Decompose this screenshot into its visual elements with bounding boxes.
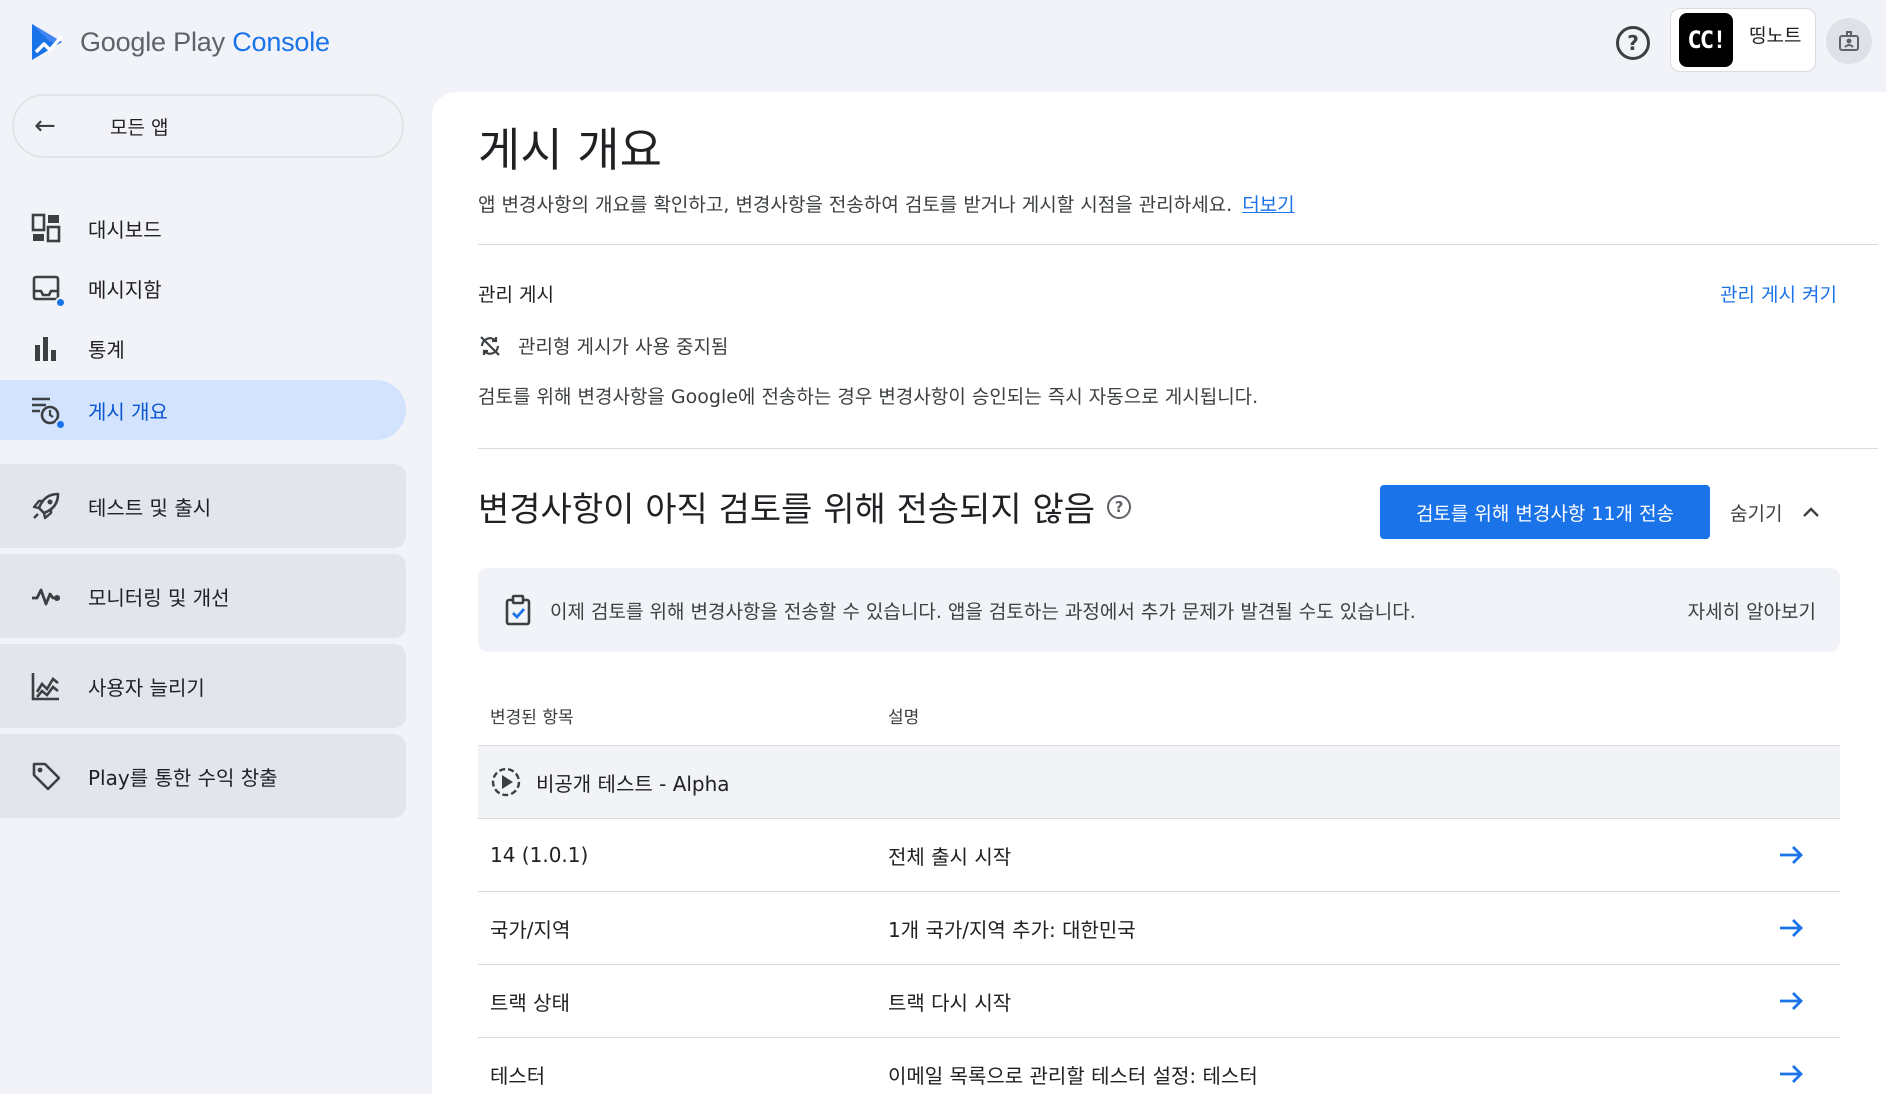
play-console-logo-icon — [32, 24, 64, 60]
top-bar: Google Play Console ? CC! 띵노트 — [0, 0, 1886, 92]
table-row[interactable]: 국가/지역 1개 국가/지역 추가: 대한민국 — [478, 892, 1840, 965]
clipboard-check-icon — [505, 594, 531, 626]
notification-dot — [55, 419, 66, 430]
tag-icon — [30, 760, 62, 792]
developer-account-icon[interactable] — [1826, 18, 1872, 64]
help-circle-icon[interactable]: ? — [1107, 494, 1132, 519]
arrow-forward-icon[interactable] — [1776, 986, 1806, 1016]
row-description: 트랙 다시 시작 — [888, 990, 1012, 1015]
account-avatar: CC! — [1679, 13, 1733, 67]
closed-testing-icon — [491, 767, 521, 797]
rocket-icon — [30, 490, 62, 522]
sidebar-item-label: 메시지함 — [88, 277, 162, 302]
sidebar-group-monitor-improve[interactable]: 모니터링 및 개선 — [0, 554, 406, 638]
group-label: 비공개 테스트 - Alpha — [490, 766, 730, 798]
all-apps-button[interactable]: ← 모든 앱 — [12, 94, 404, 158]
sidebar-group-label: Play를 통한 수익 창출 — [88, 765, 278, 790]
row-item: 14 (1.0.1) — [490, 843, 589, 867]
play-console-logo[interactable]: Google Play Console — [28, 22, 330, 62]
managed-publishing-info: 검토를 위해 변경사항을 Google에 전송하는 경우 변경사항이 승인되는 … — [478, 386, 1259, 408]
table-row[interactable]: 테스터 이메일 목록으로 관리할 테스터 설정: 테스터 — [478, 1038, 1840, 1094]
sidebar-group-label: 모니터링 및 개선 — [88, 585, 230, 610]
sidebar-item-label: 대시보드 — [88, 217, 162, 242]
sidebar-group-monetize[interactable]: Play를 통한 수익 창출 — [0, 734, 406, 818]
sidebar-group-label: 사용자 늘리기 — [88, 675, 205, 700]
sidebar-item-label: 게시 개요 — [88, 399, 168, 424]
managed-publishing-toggle-link[interactable]: 관리 게시 켜기 — [1720, 280, 1837, 307]
chevron-up-icon — [1803, 507, 1820, 517]
arrow-forward-icon[interactable] — [1776, 840, 1806, 870]
logo-text: Google Play Console — [80, 26, 330, 57]
sync-disabled-icon — [478, 333, 504, 359]
banner-learn-more-link[interactable]: 자세히 알아보기 — [1688, 597, 1816, 624]
sidebar-item-label: 통계 — [88, 337, 125, 362]
all-apps-label: 모든 앱 — [110, 116, 169, 139]
sidebar-item-inbox[interactable]: 메시지함 — [0, 258, 406, 318]
changes-table: 변경된 항목 설명 비공개 테스트 - Alpha 14 (1.0.1) 전체 … — [478, 686, 1840, 1094]
sidebar-item-statistics[interactable]: 통계 — [0, 318, 406, 378]
account-name: 띵노트 — [1749, 24, 1802, 47]
bar-chart-icon — [30, 332, 62, 364]
divider — [478, 244, 1878, 245]
banner-text: 이제 검토를 위해 변경사항을 전송할 수 있습니다. 앱을 검토하는 과정에서… — [550, 600, 1416, 623]
table-row[interactable]: 트랙 상태 트랙 다시 시작 — [478, 965, 1840, 1038]
dashboard-icon — [30, 212, 62, 244]
header-changed-item: 변경된 항목 — [490, 708, 574, 728]
table-header: 변경된 항목 설명 — [478, 686, 1840, 746]
sidebar-group-test-release[interactable]: 테스트 및 출시 — [0, 464, 406, 548]
divider — [478, 448, 1878, 449]
help-icon[interactable]: ? — [1616, 26, 1650, 60]
send-changes-button[interactable]: 검토를 위해 변경사항 11개 전송 — [1380, 485, 1710, 539]
notification-dot — [55, 297, 66, 308]
sidebar-item-publishing-overview[interactable]: 게시 개요 — [0, 380, 406, 440]
table-row[interactable]: 14 (1.0.1) 전체 출시 시작 — [478, 819, 1840, 892]
header-description: 설명 — [888, 708, 920, 728]
changes-section-title: 변경사항이 아직 검토를 위해 전송되지 않음 ? — [478, 482, 1132, 531]
inbox-icon — [30, 272, 66, 308]
page-title: 게시 개요 — [478, 123, 662, 177]
row-description: 1개 국가/지역 추가: 대한민국 — [888, 917, 1136, 942]
page-description: 앱 변경사항의 개요를 확인하고, 변경사항을 전송하여 검토를 받거나 게시할… — [478, 194, 1295, 216]
row-item: 테스터 — [490, 1063, 546, 1088]
arrow-forward-icon[interactable] — [1776, 1059, 1806, 1089]
sidebar-group-label: 테스트 및 출시 — [88, 495, 212, 520]
hide-button[interactable]: 숨기기 — [1730, 492, 1822, 532]
arrow-back-icon: ← — [34, 111, 56, 141]
account-switcher[interactable]: CC! 띵노트 — [1670, 8, 1816, 72]
sidebar-item-dashboard[interactable]: 대시보드 — [0, 198, 406, 258]
row-item: 트랙 상태 — [490, 990, 570, 1015]
managed-publishing-status: 관리형 게시가 사용 중지됨 — [478, 332, 728, 359]
sidebar: ← 모든 앱 대시보드 메시지함 통계 게시 개요 테스트 및 출시 모니터링 … — [0, 92, 420, 1094]
pulse-icon — [30, 580, 62, 612]
managed-publishing-title: 관리 게시 — [478, 284, 554, 306]
row-item: 국가/지역 — [490, 917, 571, 942]
row-description: 이메일 목록으로 관리할 테스터 설정: 테스터 — [888, 1063, 1258, 1088]
main-panel: 게시 개요 앱 변경사항의 개요를 확인하고, 변경사항을 전송하여 검토를 받… — [432, 92, 1886, 1094]
table-group-row: 비공개 테스트 - Alpha — [478, 746, 1840, 819]
arrow-forward-icon[interactable] — [1776, 913, 1806, 943]
info-banner: 이제 검토를 위해 변경사항을 전송할 수 있습니다. 앱을 검토하는 과정에서… — [478, 568, 1840, 652]
learn-more-link[interactable]: 더보기 — [1242, 194, 1294, 216]
publishing-overview-icon — [30, 394, 66, 430]
growth-chart-icon — [30, 670, 62, 702]
row-description: 전체 출시 시작 — [888, 844, 1012, 869]
sidebar-group-grow-users[interactable]: 사용자 늘리기 — [0, 644, 406, 728]
